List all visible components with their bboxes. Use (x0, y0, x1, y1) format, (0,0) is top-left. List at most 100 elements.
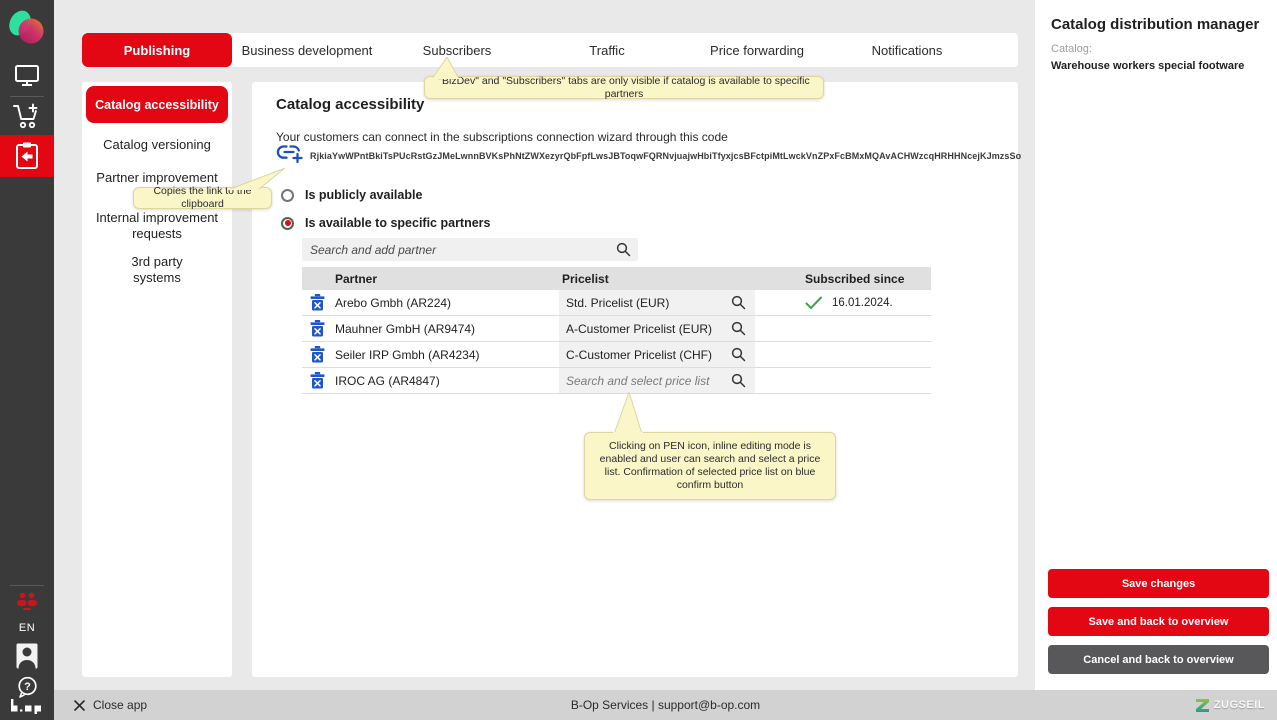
language-switch[interactable]: EN (0, 618, 54, 638)
save-and-back-button[interactable]: Save and back to overview (1048, 607, 1269, 636)
partner-name: Arebo Gmbh (AR224) (332, 296, 559, 310)
panel-title: Catalog distribution manager (1051, 16, 1259, 33)
radio-publicly-available[interactable]: Is publicly available (281, 188, 422, 202)
nav-item-internal-improvement-requests[interactable]: Internal improvement requests (82, 210, 232, 242)
zugseil-brand-name: ZUGSEIL (1214, 699, 1265, 711)
pricelist-cell[interactable]: C-Customer Pricelist (CHF) (559, 342, 755, 367)
partner-search-input[interactable] (310, 238, 610, 261)
sidebar-item-catalog-active[interactable] (0, 135, 54, 177)
zugseil-logo-icon (1196, 699, 1209, 712)
tab-bar: Publishing Business development Subscrib… (82, 33, 1018, 67)
copy-link-tooltip: Copies the link to the clipboard (133, 187, 272, 209)
connection-code: RjkiaYwWPntBkiTsPUcRstGzJMeLwnnBVKsPhNtZ… (310, 151, 1021, 161)
tab-notifications[interactable]: Notifications (832, 33, 982, 67)
tooltip-text: Clicking on PEN icon, inline editing mod… (600, 440, 821, 491)
pricelist-cell[interactable]: A-Customer Pricelist (EUR) (559, 316, 755, 341)
table-row: IROC AG (AR4847) Search and select price… (302, 368, 931, 394)
catalog-name: Warehouse workers special footware (1051, 60, 1244, 72)
nav-item-3rd-party-systems[interactable]: 3rd party systems (82, 254, 232, 286)
tab-label: Traffic (589, 43, 624, 58)
app-sidebar: EN ? (0, 0, 54, 720)
tab-label: Subscribers (423, 43, 492, 58)
sidebar-divider (10, 585, 44, 586)
nav-item-catalog-accessibility[interactable]: Catalog accessibility (86, 86, 228, 123)
pricelist-search-icon[interactable] (731, 373, 746, 388)
pricelist-search-icon[interactable] (731, 347, 746, 362)
subscribed-date: 16.01.2024. (832, 297, 893, 309)
copy-link-icon[interactable] (276, 143, 304, 165)
nav-item-catalog-versioning[interactable]: Catalog versioning (82, 137, 232, 153)
partner-table: Partner Pricelist Subscribed since Arebo… (302, 267, 931, 394)
page-title: Catalog accessibility (276, 96, 424, 113)
nav-item-label: Catalog accessibility (95, 98, 219, 112)
footer-bar: Close app B-Op Services | support@b-op.c… (54, 690, 1277, 720)
pricelist-search-cell[interactable]: Search and select price list (559, 368, 755, 393)
zugseil-brand: ZUGSEIL (1196, 690, 1265, 720)
tab-subscribers[interactable]: Subscribers (382, 33, 532, 67)
nav-item-label: Catalog versioning (103, 137, 211, 153)
pricelist-value: Std. Pricelist (EUR) (566, 296, 669, 310)
delete-partner-icon[interactable] (310, 346, 325, 363)
main-panel: Catalog accessibility Your customers can… (252, 82, 1018, 677)
nav-item-label: 3rd party systems (117, 254, 197, 286)
table-row: Seiler IRP Gmbh (AR4234) C-Customer Pric… (302, 342, 931, 368)
nav-item-partner-improvement[interactable]: Partner improvement (82, 170, 232, 186)
svg-text:?: ? (24, 681, 31, 693)
bop-logo (0, 696, 54, 716)
app-logo[interactable] (0, 6, 54, 50)
pricelist-value: C-Customer Pricelist (CHF) (566, 348, 712, 362)
nav-item-label: Internal improvement requests (87, 210, 227, 242)
table-header: Partner Pricelist Subscribed since (302, 267, 931, 290)
tab-publishing[interactable]: Publishing (82, 33, 232, 67)
service-info: B-Op Services | support@b-op.com (54, 690, 1277, 720)
delete-partner-icon[interactable] (310, 320, 325, 337)
table-row: Arebo Gmbh (AR224) Std. Pricelist (EUR) … (302, 290, 931, 316)
team-icon[interactable] (0, 591, 54, 613)
col-subscribed-since: Subscribed since (805, 272, 931, 286)
partner-search (302, 238, 638, 261)
app-logo-icon (8, 8, 46, 48)
pricelist-search-icon[interactable] (731, 321, 746, 336)
radio-label: Is publicly available (305, 188, 422, 202)
delete-partner-icon[interactable] (310, 294, 325, 311)
tab-business-development[interactable]: Business development (232, 33, 382, 67)
partner-name: IROC AG (AR4847) (332, 374, 559, 388)
tooltip-text: Copies the link to the clipboard (134, 185, 271, 211)
avatar-icon[interactable] (0, 641, 54, 671)
tab-price-forwarding[interactable]: Price forwarding (682, 33, 832, 67)
cancel-and-back-button[interactable]: Cancel and back to overview (1048, 645, 1269, 674)
radio-circle-selected[interactable] (281, 217, 294, 230)
radio-specific-partners[interactable]: Is available to specific partners (281, 216, 491, 230)
left-nav: Catalog accessibility Catalog versioning… (82, 82, 232, 677)
partner-name: Seiler IRP Gmbh (AR4234) (332, 348, 559, 362)
tab-label: Publishing (124, 43, 190, 58)
tab-label: Notifications (872, 43, 943, 58)
check-icon (805, 296, 823, 310)
tab-label: Business development (242, 43, 373, 58)
table-row: Mauhner GmbH (AR9474) A-Customer Priceli… (302, 316, 931, 342)
delete-partner-icon[interactable] (310, 372, 325, 389)
pen-edit-tooltip: Clicking on PEN icon, inline editing mod… (584, 432, 836, 500)
cart-add-icon[interactable] (0, 100, 54, 134)
right-panel: Catalog distribution manager Catalog: Wa… (1035, 0, 1277, 690)
partner-name: Mauhner GmbH (AR9474) (332, 322, 559, 336)
sidebar-divider (10, 96, 44, 97)
save-changes-button[interactable]: Save changes (1048, 569, 1269, 598)
tooltip-text: "BizDev" and "Subscribers" tabs are only… (425, 75, 823, 101)
tab-traffic[interactable]: Traffic (532, 33, 682, 67)
monitor-icon[interactable] (0, 60, 54, 92)
radio-label: Is available to specific partners (305, 216, 491, 230)
catalog-label: Catalog: (1051, 43, 1092, 55)
connection-code-hint: Your customers can connect in the subscr… (276, 130, 728, 144)
pricelist-placeholder: Search and select price list (566, 374, 709, 388)
pricelist-search-icon[interactable] (731, 295, 746, 310)
tab-label: Price forwarding (710, 43, 804, 58)
pricelist-cell[interactable]: Std. Pricelist (EUR) (559, 290, 755, 315)
search-icon[interactable] (616, 242, 631, 257)
col-partner: Partner (332, 272, 559, 286)
radio-circle[interactable] (281, 189, 294, 202)
nav-item-label: Partner improvement (96, 170, 217, 186)
language-label: EN (19, 622, 35, 634)
col-pricelist: Pricelist (559, 267, 805, 290)
pricelist-value: A-Customer Pricelist (EUR) (566, 322, 712, 336)
